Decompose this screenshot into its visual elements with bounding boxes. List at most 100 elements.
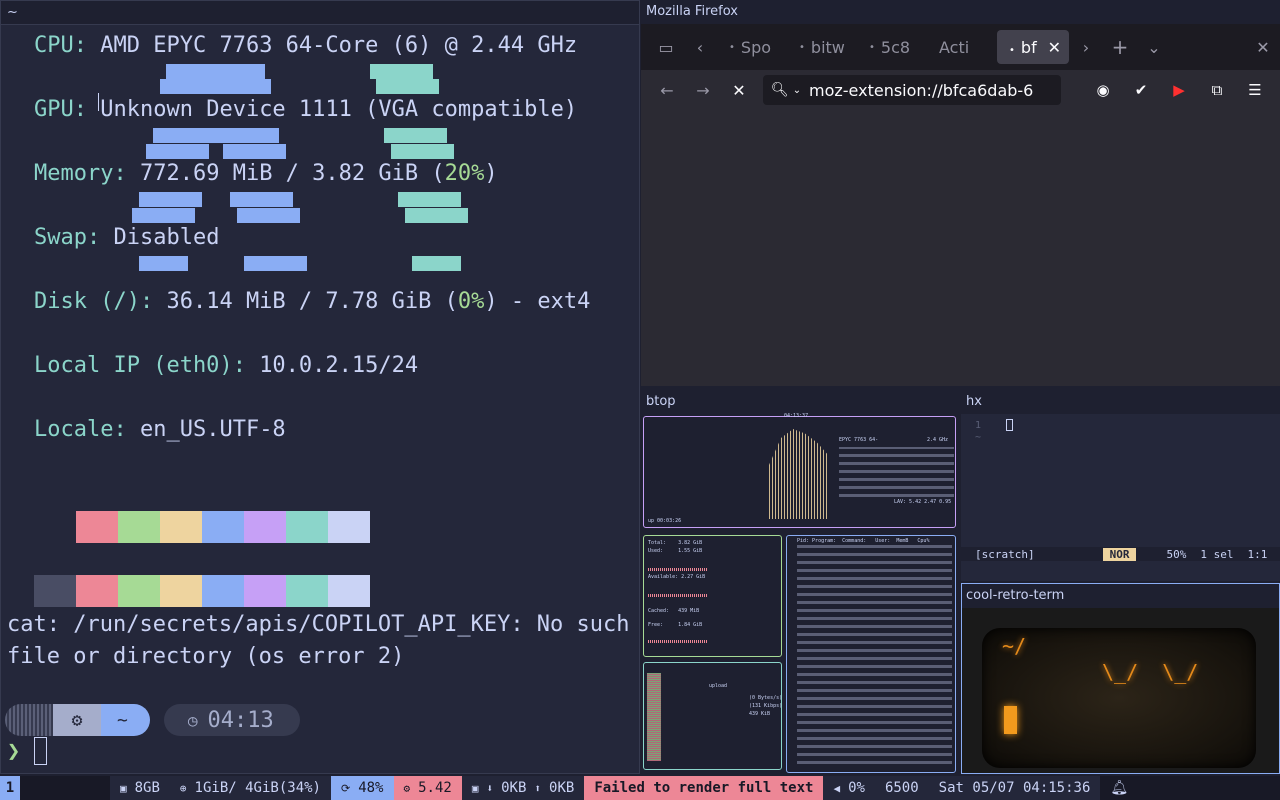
palette-swatch <box>160 511 202 543</box>
color-palette-bottom <box>34 575 370 607</box>
prompt-os-segment <box>5 704 53 736</box>
terminal-title: ~ <box>1 1 639 25</box>
terminal-window[interactable]: ~ CPU: AMD EPYC 7763 64-Core (6) @ 2.44 … <box>0 0 640 774</box>
cpu-module: ⟳ 48% <box>330 776 394 800</box>
scroll-tabs-right-icon[interactable]: › <box>1069 38 1103 57</box>
crt-screen[interactable]: ~/ \_/ \_/ <box>982 628 1256 768</box>
download-icon: ⬇ <box>486 781 494 795</box>
mem-total: Total: 3.82 GiB <box>648 540 703 546</box>
palette-swatch <box>202 575 244 607</box>
hx-title: hx <box>961 388 1280 414</box>
mouse-ibeam-cursor <box>98 93 104 111</box>
account-icon[interactable]: ◉ <box>1086 81 1120 99</box>
menu-hamburger-icon[interactable]: ☰ <box>1238 81 1272 99</box>
cpu-core-list <box>839 447 954 497</box>
hx-percent: 50% <box>1166 547 1187 561</box>
tab-1[interactable]: • Spo <box>717 30 787 64</box>
notification-bell-icon[interactable]: 🔔︎ <box>1100 776 1138 800</box>
tab-4[interactable]: Acti <box>927 30 997 64</box>
hx-cursor <box>1006 419 1013 431</box>
prompt-time: ◷ 04:13 <box>163 704 300 736</box>
btop-window[interactable]: btop 04:13:37 EPYC 7763 64- 2.4 GHz LAV:… <box>641 388 959 774</box>
cool-retro-term-window[interactable]: cool-retro-term ~/ \_/ \_/ <box>961 583 1280 774</box>
cpu-icon: ⟳ <box>340 781 351 795</box>
process-list[interactable] <box>797 544 952 764</box>
cpu-graph <box>769 429 829 519</box>
fastfetch-disk: Disk (/): 36.14 MiB / 7.78 GiB (0%) - ex… <box>34 289 591 314</box>
gear-icon: ⚙ <box>53 704 101 736</box>
search-engine-icon[interactable]: 🔍︎ ⌄ <box>763 75 809 105</box>
mem-available: Available: 2.27 GiB <box>648 574 706 580</box>
memory-icon: ⊕ <box>179 781 187 795</box>
workspace-1[interactable]: 1 <box>0 776 20 800</box>
tab-5-active[interactable]: • bf ✕ <box>997 30 1069 64</box>
page-content[interactable] <box>641 112 1280 386</box>
new-tab-icon[interactable]: + <box>1103 35 1137 59</box>
btop-load: LAV: 5.42 2.47 0.95 <box>894 499 952 505</box>
btop-proc-box: Pid: Program: Command: User: MemB Cpu% <box>786 535 956 773</box>
prompt-directory: ~ <box>101 704 150 736</box>
list-tabs-icon[interactable]: ⌄ <box>1137 38 1171 57</box>
tab-overview-icon[interactable]: ▭ <box>649 38 683 57</box>
btop-uptime: up 00:03:26 <box>648 518 682 524</box>
network-module: ▣ ⬇ 0KB ⬆ 0KB <box>461 776 585 800</box>
crt-title: cool-retro-term <box>962 584 1279 608</box>
sd-card-icon: ▣ <box>120 781 127 795</box>
clock-icon: ◷ <box>187 710 198 730</box>
net-total: 439 KiB <box>749 711 771 717</box>
mem-used: Used: 1.55 GiB <box>648 548 703 554</box>
palette-swatch <box>202 511 244 543</box>
btop-cpu-freq: 2.4 GHz <box>927 437 949 443</box>
palette-swatch <box>286 575 328 607</box>
tab-3[interactable]: • 5c8 <box>857 30 927 64</box>
forward-arrow-icon[interactable]: → <box>685 81 721 100</box>
palette-swatch <box>286 511 328 543</box>
palette-swatch <box>328 575 370 607</box>
status-bar: 1 ▣ 8GB ⊕ 1GiB/ 4GiB(34%) ⟳ 48% ⚙ 5.42 ▣ ⬇ 0KB… <box>0 776 1280 800</box>
palette-swatch <box>118 575 160 607</box>
close-window-icon[interactable]: ✕ <box>1246 38 1280 57</box>
color-temp-module[interactable]: 6500 <box>874 776 929 800</box>
fastfetch-gpu: GPU: Unknown Device 1111 (VGA compatible… <box>34 97 578 122</box>
mem-free: Free: 1.84 GiB <box>648 622 703 628</box>
error-output: cat: /run/secrets/apis/COPILOT_API_KEY: … <box>7 612 630 669</box>
btop-cpu-name: EPYC 7763 64- <box>839 437 879 443</box>
command-line[interactable]: ❯ <box>7 737 48 765</box>
firefox-window[interactable]: Mozilla Firefox ▭ ‹ • Spo • bitw • 5c8 Acti… <box>641 0 1280 386</box>
text-cursor <box>34 737 48 765</box>
fastfetch-memory: Memory: 772.69 MiB / 3.82 GiB (20%) <box>34 161 498 186</box>
volume-module[interactable]: ◀ 0% <box>823 776 875 800</box>
hx-buffer-name: [scratch] <box>975 547 1035 561</box>
firefox-title: Mozilla Firefox <box>641 0 1280 24</box>
btop-net-box: upload (0 Bytes/s) (131 Kibps) 439 KiB <box>643 662 782 770</box>
crt-prompt: ~/ <box>1002 634 1027 658</box>
network-icon: ▣ <box>471 781 479 795</box>
tab-2[interactable]: • bitw <box>787 30 857 64</box>
btop-mem-box: Total: 3.82 GiB Used: 1.55 GiB Available… <box>643 535 782 657</box>
close-tab-icon[interactable]: ✕ <box>1048 38 1061 57</box>
extension-checkmark-icon[interactable]: ✔ <box>1124 81 1158 99</box>
hx-gutter: 1 ~ <box>975 420 982 443</box>
hx-window[interactable]: hx 1 ~ [scratch] NOR 50% 1 sel 1:1 <box>961 388 1280 581</box>
speaker-icon: ◀ <box>833 781 841 795</box>
palette-swatch <box>244 511 286 543</box>
net-graph <box>647 673 661 761</box>
url-bar[interactable]: 🔍︎ ⌄ moz-extension://bfca6dab-6 <box>763 75 1061 105</box>
extensions-puzzle-icon[interactable]: ⧉ <box>1200 81 1234 99</box>
render-error-module: Failed to render full text <box>584 776 824 800</box>
btop-cpu-box: 04:13:37 EPYC 7763 64- 2.4 GHz LAV: 5.42… <box>643 413 956 528</box>
url-text[interactable]: moz-extension://bfca6dab-6 <box>809 81 1033 100</box>
scroll-tabs-left-icon[interactable]: ‹ <box>683 38 717 57</box>
load-module: ⚙ 5.42 <box>393 776 462 800</box>
back-arrow-icon[interactable]: ← <box>649 81 685 100</box>
youtube-icon[interactable]: ▶ <box>1162 81 1196 99</box>
hx-mode: NOR <box>1102 547 1137 561</box>
stop-loading-icon[interactable]: ✕ <box>721 81 757 100</box>
crt-face: \_/ \_/ <box>1102 660 1199 684</box>
hx-position: 1:1 <box>1247 547 1268 561</box>
fastfetch-cpu: CPU: AMD EPYC 7763 64-Core (6) @ 2.44 GH… <box>34 33 578 58</box>
ram-module: ▣ 8GB <box>110 776 170 800</box>
tab-strip: ▭ ‹ • Spo • bitw • 5c8 Acti • bf ✕ › + ⌄ ✕ <box>641 24 1280 70</box>
net-rate: (0 Bytes/s) <box>749 695 783 701</box>
hx-statusline: [scratch] NOR 50% 1 sel 1:1 <box>961 547 1280 561</box>
